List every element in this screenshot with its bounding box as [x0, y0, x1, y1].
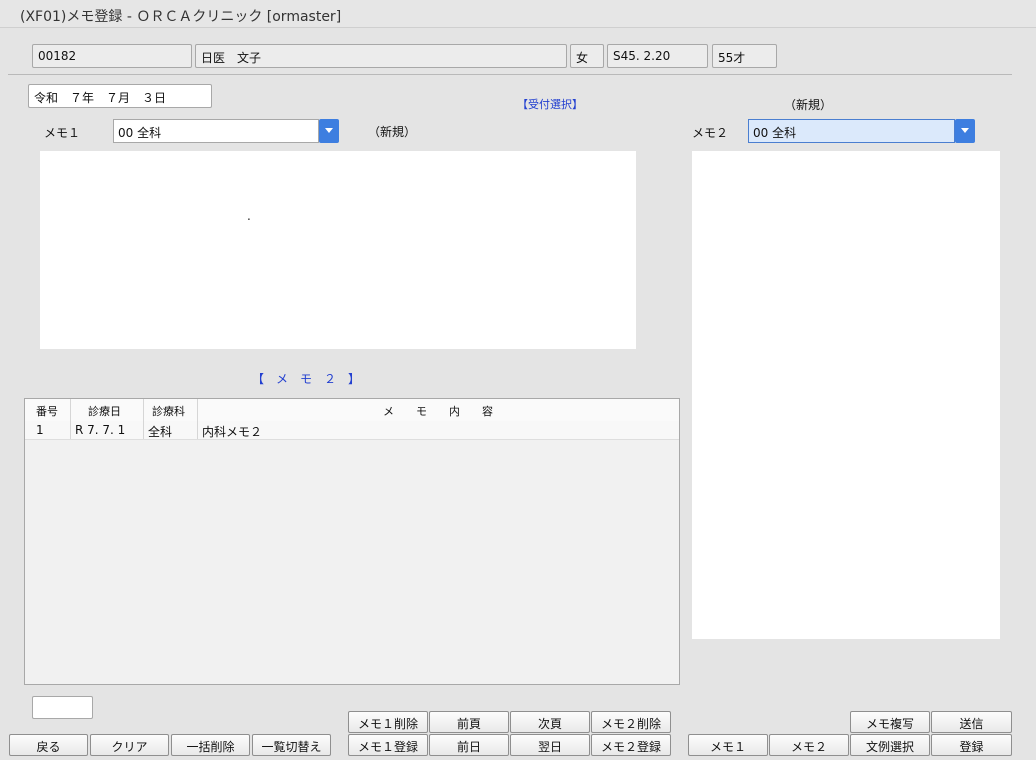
list-toggle-button[interactable]: 一覧切替え: [252, 734, 331, 756]
col-header-content: メ モ 内 容: [383, 405, 493, 418]
memo1-label: メモ１: [44, 126, 81, 140]
memo2-button[interactable]: メモ２: [769, 734, 849, 756]
prev-page-button[interactable]: 前頁: [429, 711, 509, 733]
memo2-register-button[interactable]: メモ２登録: [591, 734, 671, 756]
memo2-delete-button[interactable]: メモ２削除: [591, 711, 671, 733]
memo2-dept-select[interactable]: 00 全科: [748, 119, 955, 143]
patient-birth-field: S45. 2.20: [607, 44, 708, 68]
patient-name-field: 日医 文子: [195, 44, 567, 68]
memo1-delete-button[interactable]: メモ１削除: [348, 711, 428, 733]
prev-day-button[interactable]: 前日: [429, 734, 509, 756]
small-input[interactable]: [32, 696, 93, 719]
memo1-dept-dropdown-button[interactable]: [319, 119, 339, 143]
bulk-delete-button[interactable]: 一括削除: [171, 734, 250, 756]
next-day-button[interactable]: 翌日: [510, 734, 590, 756]
row-content: 内科メモ２: [202, 425, 263, 439]
memo1-register-button[interactable]: メモ１登録: [348, 734, 428, 756]
row-number: 1: [25, 421, 71, 439]
col-header-dept: 診療科: [144, 399, 198, 421]
memo1-textarea[interactable]: .: [40, 151, 636, 349]
memo1-text: .: [247, 209, 251, 223]
register-button[interactable]: 登録: [931, 734, 1012, 756]
memo2-label: メモ２: [692, 126, 729, 140]
send-button[interactable]: 送信: [931, 711, 1012, 733]
memo1-status: （新規）: [368, 125, 417, 139]
divider: [8, 74, 1012, 75]
reception-select-link[interactable]: 【受付選択】: [517, 96, 583, 112]
memo2-list-title: 【 メ モ ２ 】: [252, 372, 361, 386]
row-dept: 全科: [144, 421, 198, 439]
memo1-dept-select[interactable]: 00 全科: [113, 119, 319, 143]
date-input[interactable]: 令和 ７年 ７月 ３日: [28, 84, 212, 108]
patient-age-field: 55才: [712, 44, 777, 68]
next-page-button[interactable]: 次頁: [510, 711, 590, 733]
patient-sex-field: 女: [570, 44, 604, 68]
memo1-button[interactable]: メモ１: [688, 734, 768, 756]
col-header-number: 番号: [25, 399, 71, 421]
memo2-status: （新規）: [784, 98, 833, 112]
memo-copy-button[interactable]: メモ複写: [850, 711, 930, 733]
memo2-list-table[interactable]: 番号 診療日 診療科 メ モ 内 容 1 R 7. 7. 1 全科 内科メモ２: [24, 398, 680, 685]
col-header-date: 診療日: [71, 399, 144, 421]
row-date: R 7. 7. 1: [71, 421, 144, 439]
example-select-button[interactable]: 文例選択: [850, 734, 930, 756]
window-title: (XF01)メモ登録 - ＯＲＣＡクリニック [ormaster]: [0, 0, 1036, 28]
patient-id-field: 00182: [32, 44, 192, 68]
table-header: 番号 診療日 診療科 メ モ 内 容: [25, 399, 679, 422]
table-row[interactable]: 1 R 7. 7. 1 全科 内科メモ２: [25, 421, 679, 440]
clear-button[interactable]: クリア: [90, 734, 169, 756]
memo2-dept-dropdown-button[interactable]: [955, 119, 975, 143]
memo2-textarea[interactable]: [692, 151, 1000, 639]
back-button[interactable]: 戻る: [9, 734, 88, 756]
